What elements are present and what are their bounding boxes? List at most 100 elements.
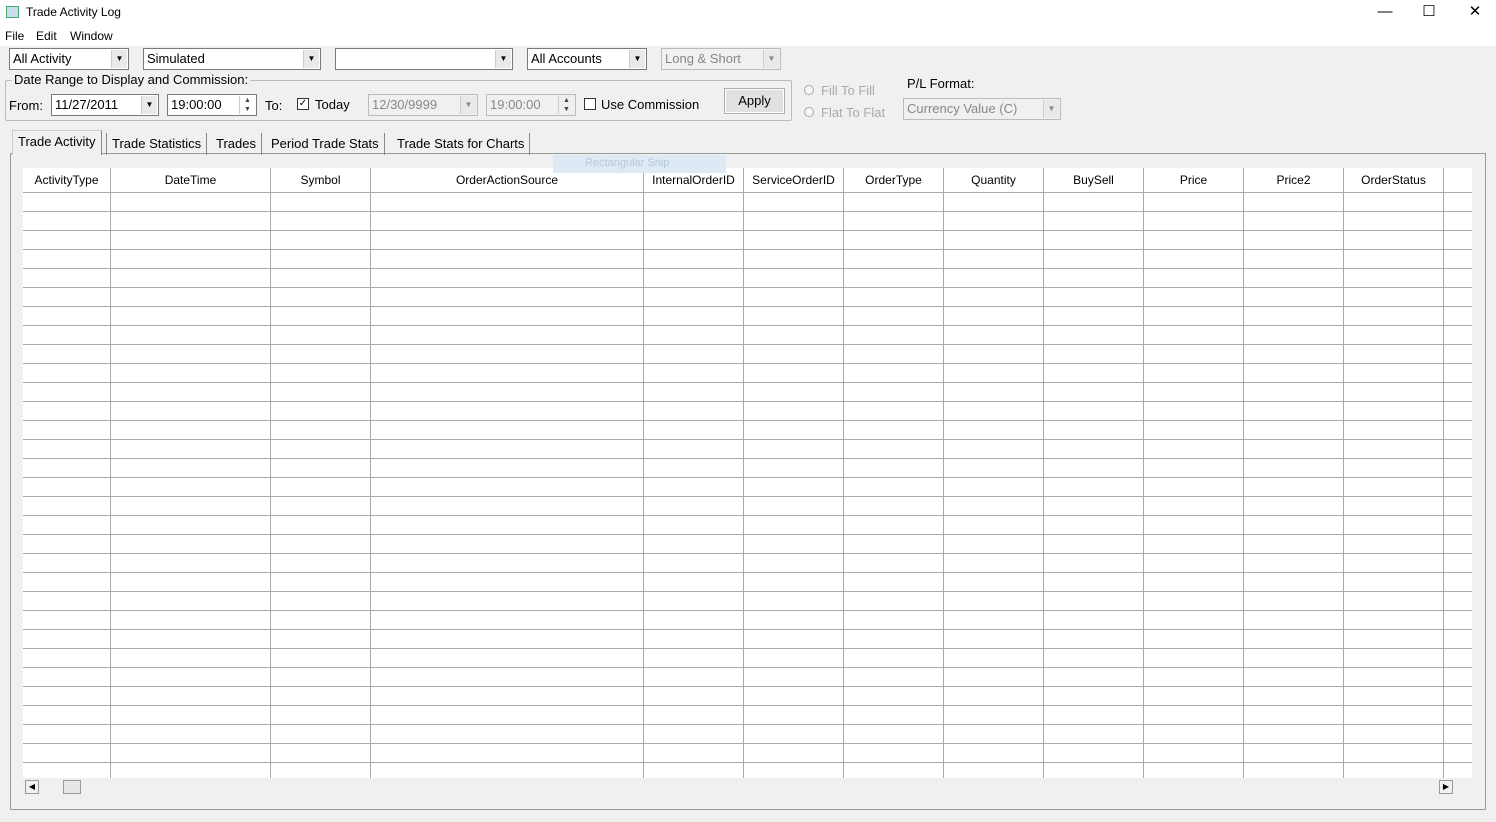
column-header-ordertype[interactable]: OrderType <box>844 168 944 193</box>
table-cell[interactable] <box>271 630 371 649</box>
table-cell[interactable] <box>1244 573 1344 592</box>
table-cell[interactable] <box>371 231 644 250</box>
table-cell[interactable] <box>1144 326 1244 345</box>
table-cell[interactable] <box>944 763 1044 778</box>
table-cell[interactable] <box>1044 744 1144 763</box>
table-cell[interactable] <box>23 193 111 212</box>
table-cell[interactable] <box>1444 668 1472 687</box>
table-cell[interactable] <box>23 687 111 706</box>
table-cell[interactable] <box>1044 706 1144 725</box>
table-cell[interactable] <box>371 364 644 383</box>
table-cell[interactable] <box>271 725 371 744</box>
table-cell[interactable] <box>744 497 844 516</box>
table-cell[interactable] <box>1144 383 1244 402</box>
table-cell[interactable] <box>1344 288 1444 307</box>
table-cell[interactable] <box>271 326 371 345</box>
table-cell[interactable] <box>744 231 844 250</box>
table-cell[interactable] <box>944 345 1044 364</box>
table-cell[interactable] <box>744 516 844 535</box>
from-date-picker[interactable]: 11/27/2011 ▼ <box>51 94 159 116</box>
table-cell[interactable] <box>271 364 371 383</box>
table-cell[interactable] <box>1244 535 1344 554</box>
table-cell[interactable] <box>23 250 111 269</box>
table-cell[interactable] <box>111 725 271 744</box>
table-cell[interactable] <box>1344 706 1444 725</box>
table-cell[interactable] <box>844 383 944 402</box>
trade-mode-dropdown[interactable]: Simulated ▼ <box>143 48 321 70</box>
table-cell[interactable] <box>1444 763 1472 778</box>
table-cell[interactable] <box>944 269 1044 288</box>
table-cell[interactable] <box>271 592 371 611</box>
table-cell[interactable] <box>111 212 271 231</box>
table-cell[interactable] <box>1144 193 1244 212</box>
table-cell[interactable] <box>371 212 644 231</box>
table-cell[interactable] <box>844 250 944 269</box>
table-cell[interactable] <box>1044 288 1144 307</box>
table-cell[interactable] <box>111 668 271 687</box>
tab-trade-stats-for-charts[interactable]: Trade Stats for Charts <box>392 133 531 155</box>
table-cell[interactable] <box>1044 554 1144 573</box>
table-cell[interactable] <box>111 478 271 497</box>
table-cell[interactable] <box>1244 611 1344 630</box>
table-cell[interactable] <box>371 383 644 402</box>
table-cell[interactable] <box>1444 326 1472 345</box>
table-cell[interactable] <box>744 744 844 763</box>
table-cell[interactable] <box>371 706 644 725</box>
table-cell[interactable] <box>1144 421 1244 440</box>
table-cell[interactable] <box>1244 193 1344 212</box>
table-cell[interactable] <box>23 402 111 421</box>
table-cell[interactable] <box>371 649 644 668</box>
table-cell[interactable] <box>644 326 744 345</box>
table-cell[interactable] <box>644 231 744 250</box>
table-cell[interactable] <box>1044 345 1144 364</box>
table-cell[interactable] <box>744 459 844 478</box>
table-cell[interactable] <box>1444 573 1472 592</box>
table-cell[interactable] <box>1144 478 1244 497</box>
table-cell[interactable] <box>1144 763 1244 778</box>
table-cell[interactable] <box>744 364 844 383</box>
table-cell[interactable] <box>744 763 844 778</box>
account-dropdown[interactable]: All Accounts ▼ <box>527 48 647 70</box>
table-cell[interactable] <box>371 288 644 307</box>
table-cell[interactable] <box>371 478 644 497</box>
table-cell[interactable] <box>1444 231 1472 250</box>
table-cell[interactable] <box>371 573 644 592</box>
table-cell[interactable] <box>844 763 944 778</box>
table-cell[interactable] <box>844 326 944 345</box>
table-cell[interactable] <box>644 307 744 326</box>
table-cell[interactable] <box>744 250 844 269</box>
table-cell[interactable] <box>23 554 111 573</box>
menu-edit[interactable]: Edit <box>36 29 57 43</box>
table-cell[interactable] <box>1444 744 1472 763</box>
table-cell[interactable] <box>744 630 844 649</box>
column-header-price[interactable]: Price <box>1144 168 1244 193</box>
table-cell[interactable] <box>1344 212 1444 231</box>
table-cell[interactable] <box>111 516 271 535</box>
table-cell[interactable] <box>1144 307 1244 326</box>
table-cell[interactable] <box>23 269 111 288</box>
table-cell[interactable] <box>111 402 271 421</box>
table-cell[interactable] <box>644 592 744 611</box>
table-cell[interactable] <box>1244 269 1344 288</box>
table-cell[interactable] <box>271 383 371 402</box>
table-cell[interactable] <box>1244 326 1344 345</box>
table-cell[interactable] <box>1144 706 1244 725</box>
table-cell[interactable] <box>23 706 111 725</box>
table-cell[interactable] <box>1244 250 1344 269</box>
column-header-buysell[interactable]: BuySell <box>1044 168 1144 193</box>
table-cell[interactable] <box>944 744 1044 763</box>
table-cell[interactable] <box>744 307 844 326</box>
table-cell[interactable] <box>844 630 944 649</box>
table-cell[interactable] <box>271 193 371 212</box>
table-cell[interactable] <box>844 307 944 326</box>
table-cell[interactable] <box>371 345 644 364</box>
table-cell[interactable] <box>271 421 371 440</box>
tab-trade-activity[interactable]: Trade Activity <box>12 130 102 155</box>
table-cell[interactable] <box>1044 421 1144 440</box>
table-cell[interactable] <box>1444 383 1472 402</box>
table-cell[interactable] <box>1444 592 1472 611</box>
table-cell[interactable] <box>744 326 844 345</box>
table-cell[interactable] <box>744 706 844 725</box>
table-cell[interactable] <box>111 459 271 478</box>
table-cell[interactable] <box>271 345 371 364</box>
